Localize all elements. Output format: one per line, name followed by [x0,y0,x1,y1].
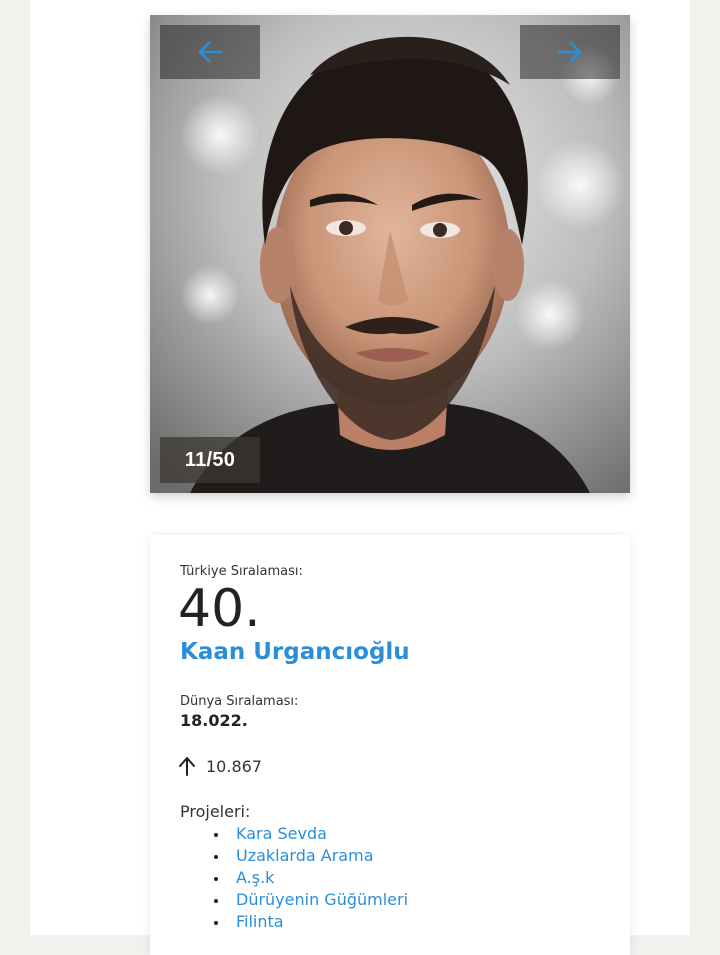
project-link[interactable]: A.ş.k [206,867,408,889]
arrow-up-icon [179,757,195,776]
turkey-rank-label: Türkiye Sıralaması: [180,564,303,579]
project-link[interactable]: Uzaklarda Arama [206,845,408,867]
projects-list: Kara Sevda Uzaklarda Arama A.ş.k Dürüyen… [206,823,408,933]
project-link[interactable]: Filinta [206,911,408,933]
page-container: 11/50 Türkiye Sıralaması: 40. Kaan Urgan… [30,0,690,955]
photo-counter: 11/50 [160,437,260,483]
projects-label: Projeleri: [180,802,251,821]
arrow-right-icon [557,41,582,63]
project-link[interactable]: Dürüyenin Güğümleri [206,889,408,911]
world-rank-label: Dünya Sıralaması: [180,694,299,709]
person-name-link[interactable]: Kaan Urgancıoğlu [180,639,410,665]
previous-button[interactable] [160,25,260,79]
arrow-left-icon [198,41,223,63]
trend-value: 10.867 [206,756,262,776]
ranking-card: Türkiye Sıralaması: 40. Kaan Urgancıoğlu… [150,535,630,955]
next-button[interactable] [520,25,620,79]
world-rank-value: 18.022. [180,711,248,730]
portrait-photo [150,15,630,493]
rank-trend: 10.867 [178,756,262,776]
project-link[interactable]: Kara Sevda [206,823,408,845]
turkey-rank-value: 40. [178,579,261,639]
photo-gallery: 11/50 [150,15,630,493]
